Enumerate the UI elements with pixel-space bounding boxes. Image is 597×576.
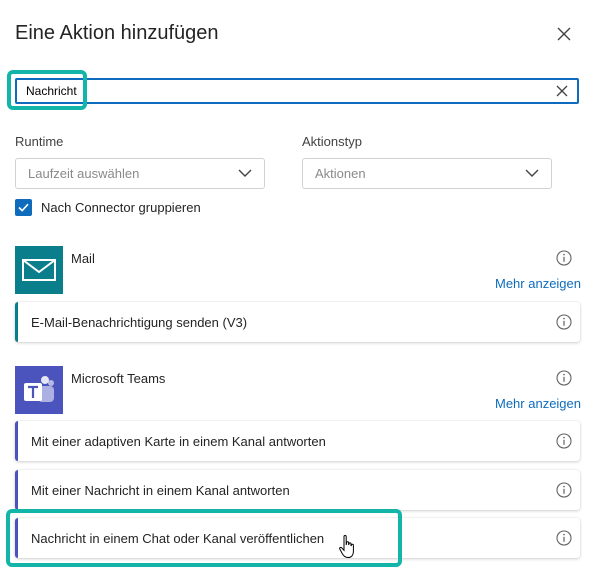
hand-pointer-cursor-icon [339,535,354,559]
dialog-title: Eine Aktion hinzufügen [15,22,219,44]
search-box[interactable] [15,78,579,104]
search-highlight [7,70,87,110]
chevron-down-icon [525,169,539,177]
info-icon[interactable] [556,250,572,266]
action-type-dropdown[interactable]: Aktionen [302,158,552,189]
card-accent-bar [15,470,18,510]
action-card[interactable]: Mit einer adaptiven Karte in einem Kanal… [15,421,580,461]
action-type-placeholder: Aktionen [315,166,366,181]
group-by-connector-label: Nach Connector gruppieren [41,200,201,215]
show-more-link-teams[interactable]: Mehr anzeigen [495,396,581,411]
runtime-dropdown[interactable]: Laufzeit auswählen [15,158,265,189]
clear-icon[interactable] [555,84,569,98]
close-icon[interactable] [555,25,573,43]
info-icon[interactable] [556,370,572,386]
runtime-placeholder: Laufzeit auswählen [28,166,140,181]
action-label: E-Mail-Benachrichtigung senden (V3) [31,315,248,330]
show-more-link-mail[interactable]: Mehr anzeigen [495,276,581,291]
action-type-label: Aktionstyp [302,134,362,149]
group-by-connector-checkbox[interactable] [15,199,32,216]
mail-envelope-icon [15,246,63,294]
search-input[interactable] [26,82,546,100]
runtime-label: Runtime [15,134,64,149]
info-icon[interactable] [556,530,572,546]
connector-name-teams: Microsoft Teams [71,371,166,386]
card-accent-bar [15,302,18,342]
checkmark-icon [18,203,29,212]
chevron-down-icon [238,169,252,177]
info-icon[interactable] [556,433,572,449]
action-label: Mit einer adaptiven Karte in einem Kanal… [31,434,326,449]
info-icon[interactable] [556,314,572,330]
action-label: Mit einer Nachricht in einem Kanal antwo… [31,483,290,498]
action-card[interactable]: Mit einer Nachricht in einem Kanal antwo… [15,470,580,510]
action-card[interactable]: E-Mail-Benachrichtigung senden (V3) [15,302,580,342]
info-icon[interactable] [556,482,572,498]
connector-name-mail: Mail [71,251,95,266]
teams-icon [15,366,63,414]
card-accent-bar [15,421,18,461]
